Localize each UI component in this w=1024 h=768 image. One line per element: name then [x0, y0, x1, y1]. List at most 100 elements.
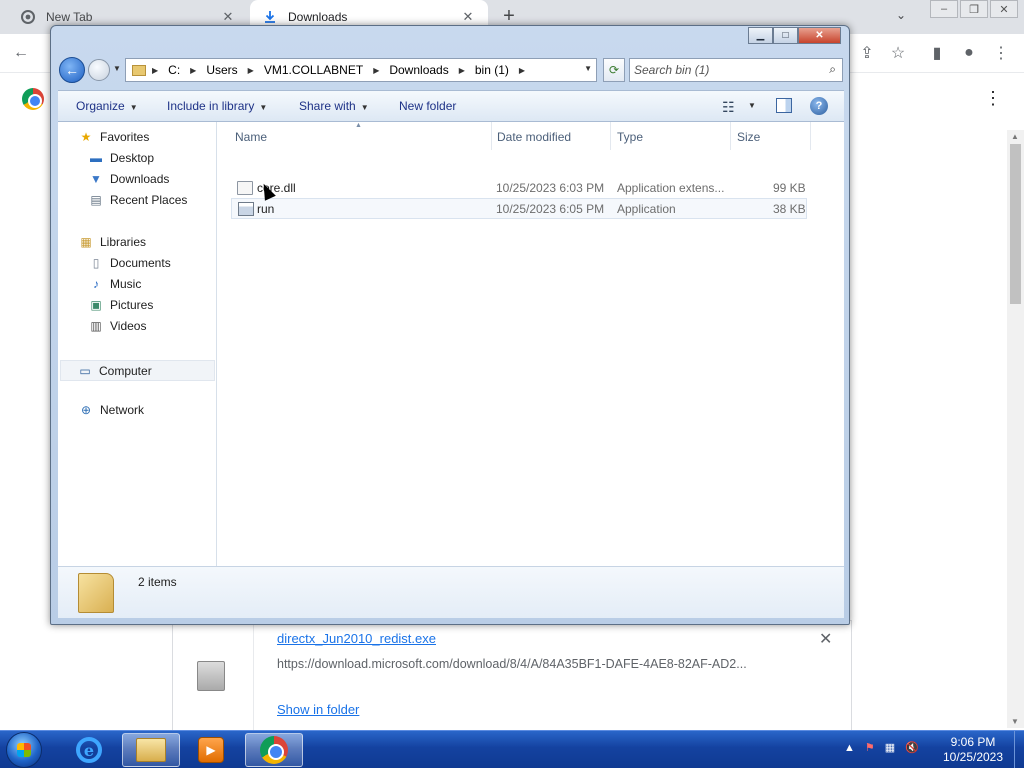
desktop-icon: ▬ — [90, 151, 102, 165]
taskbar-chrome[interactable] — [245, 733, 303, 767]
share-with-button[interactable]: Share with ▼ — [299, 99, 369, 113]
scroll-thumb[interactable] — [1010, 144, 1021, 304]
column-header-type[interactable]: Type — [617, 130, 643, 144]
nav-desktop[interactable]: ▬ Desktop — [88, 151, 154, 165]
command-bar: Organize ▼ Include in library ▼ Share with… — [58, 90, 844, 122]
address-dropdown-icon[interactable]: ▼ — [584, 64, 592, 73]
taskbar-clock[interactable]: 9:06 PM 10/25/2023 — [938, 735, 1008, 765]
close-button[interactable]: ✕ — [798, 27, 841, 44]
column-divider[interactable] — [730, 122, 731, 150]
profile-icon[interactable]: ● — [958, 42, 980, 64]
chevron-down-icon: ▼ — [360, 103, 369, 112]
minimize-button[interactable]: ▁ — [748, 27, 773, 44]
organize-label: Organize — [76, 99, 125, 113]
column-header-date-modified[interactable]: Date modified — [497, 130, 571, 144]
videos-icon: ▥ — [90, 319, 102, 333]
nav-label: Music — [110, 277, 142, 291]
volume-muted-icon[interactable]: 🔇 — [905, 741, 919, 754]
help-icon[interactable]: ? — [810, 97, 828, 115]
nav-downloads[interactable]: ▼ Downloads — [88, 172, 169, 186]
show-in-folder-link[interactable]: Show in folder — [277, 702, 359, 717]
nav-favorites[interactable]: ★ Favorites — [78, 130, 150, 144]
refresh-icon[interactable]: ⟳ — [603, 58, 625, 82]
breadcrumb-item[interactable]: ▶ VM1.COLLABNET — [248, 63, 364, 77]
nav-label: Pictures — [110, 298, 154, 312]
action-center-flag-icon[interactable]: ⚑ — [865, 741, 875, 754]
nav-videos[interactable]: ▥ Videos — [88, 319, 146, 333]
back-arrow-icon[interactable]: ← — [59, 57, 85, 83]
minimize-button[interactable]: – — [930, 0, 958, 18]
tab-label: New Tab — [46, 10, 93, 24]
nav-computer[interactable]: ▭ Computer — [60, 360, 215, 381]
breadcrumb-item[interactable]: ▶ — [519, 66, 535, 75]
column-divider[interactable] — [810, 122, 811, 150]
network-icon[interactable]: ▦ — [885, 741, 895, 754]
close-icon[interactable]: ✕ — [460, 9, 476, 25]
breadcrumb-item[interactable]: ▶ Users — [190, 63, 238, 77]
more-options-icon[interactable]: ⋮ — [984, 88, 1002, 109]
close-icon[interactable]: ✕ — [220, 9, 236, 25]
organize-button[interactable]: Organize ▼ — [76, 99, 138, 113]
nav-music[interactable]: ♪ Music — [88, 277, 141, 291]
preview-pane-icon[interactable] — [776, 98, 792, 113]
start-button[interactable] — [6, 732, 42, 768]
scroll-up-icon[interactable]: ▲ — [1011, 132, 1019, 141]
file-type: Application — [617, 201, 676, 216]
navigation-pane: ★ Favorites ▬ Desktop ▼ Downloads ▤ Recent P… — [58, 122, 217, 566]
dll-file-icon — [237, 180, 253, 195]
recent-pages-dropdown-icon[interactable]: ▼ — [113, 64, 121, 73]
share-icon[interactable]: ⇪ — [856, 42, 878, 64]
taskbar-windows-explorer[interactable] — [122, 733, 180, 767]
nav-recent-places[interactable]: ▤ Recent Places — [88, 193, 187, 207]
breadcrumb-item[interactable]: ▶ Downloads — [373, 63, 449, 77]
maximize-button[interactable]: □ — [773, 27, 798, 44]
application-file-icon — [238, 201, 254, 216]
breadcrumb-label: VM1.COLLABNET — [263, 63, 364, 77]
folder-icon — [136, 738, 166, 762]
new-folder-button[interactable]: New folder — [399, 99, 456, 113]
show-hidden-icons-icon[interactable]: ▲ — [844, 742, 855, 754]
media-player-icon: ▶ — [198, 737, 224, 763]
include-in-library-button[interactable]: Include in library ▼ — [167, 99, 267, 113]
nav-network[interactable]: ⊕ Network — [78, 403, 144, 417]
chevron-down-icon[interactable]: ⌄ — [896, 8, 906, 22]
forward-arrow-icon[interactable] — [88, 59, 110, 81]
search-input[interactable]: Search bin (1) ⌕ — [629, 58, 843, 82]
scroll-down-icon[interactable]: ▼ — [1011, 717, 1019, 726]
search-icon[interactable]: ⌕ — [829, 62, 836, 77]
star-icon[interactable]: ☆ — [887, 42, 909, 64]
table-row[interactable]: core.dll 10/25/2023 6:03 PM Application … — [231, 177, 807, 198]
address-bar[interactable]: ▶ C: ▶ Users ▶ VM1.COLLABNET ▶ Downloads ▶ bi… — [125, 58, 597, 82]
nav-label: Libraries — [100, 235, 147, 249]
chrome-logo-icon — [22, 88, 44, 110]
download-filename-link[interactable]: directx_Jun2010_redist.exe — [277, 631, 436, 646]
chevron-down-icon[interactable]: ▼ — [748, 101, 756, 110]
column-divider[interactable] — [491, 122, 492, 150]
file-size: 99 KB — [773, 180, 806, 195]
column-divider[interactable] — [610, 122, 611, 150]
download-url: https://download.microsoft.com/download/… — [277, 657, 747, 671]
breadcrumb-item[interactable]: ▶ bin (1) — [459, 63, 509, 77]
close-button[interactable]: ✕ — [990, 0, 1018, 18]
table-row[interactable]: run 10/25/2023 6:05 PM Application 38 KB — [231, 198, 807, 219]
breadcrumb-item[interactable]: ▶ C: — [152, 63, 180, 77]
page-scrollbar[interactable]: ▲ ▼ — [1007, 130, 1024, 728]
nav-documents[interactable]: ▯ Documents — [88, 256, 171, 270]
menu-icon[interactable]: ⋮ — [990, 42, 1012, 64]
restore-button[interactable]: ❐ — [960, 0, 988, 18]
column-header-name[interactable]: Name — [235, 130, 267, 144]
view-options-icon[interactable]: ☷ — [722, 99, 735, 116]
column-header-size[interactable]: Size — [737, 130, 760, 144]
taskbar-internet-explorer[interactable]: e — [60, 733, 118, 767]
show-desktop-button[interactable] — [1014, 731, 1024, 768]
back-arrow-icon[interactable]: ← — [10, 42, 32, 64]
nav-pictures[interactable]: ▣ Pictures — [88, 298, 153, 312]
sort-ascending-icon: ▲ — [355, 122, 362, 129]
nav-libraries[interactable]: ▦ Libraries — [78, 235, 146, 249]
internet-explorer-icon: e — [76, 737, 102, 763]
taskbar-media-player[interactable]: ▶ — [182, 733, 240, 767]
chevron-right-icon: ▶ — [458, 65, 465, 75]
remove-download-icon[interactable]: ✕ — [819, 629, 832, 649]
side-panel-icon[interactable]: ▮ — [926, 42, 948, 64]
explorer-window: ▁ □ ✕ ← ▼ ▶ C: ▶ Users ▶ VM1.COLLABNET ▶ Dow… — [50, 25, 850, 625]
